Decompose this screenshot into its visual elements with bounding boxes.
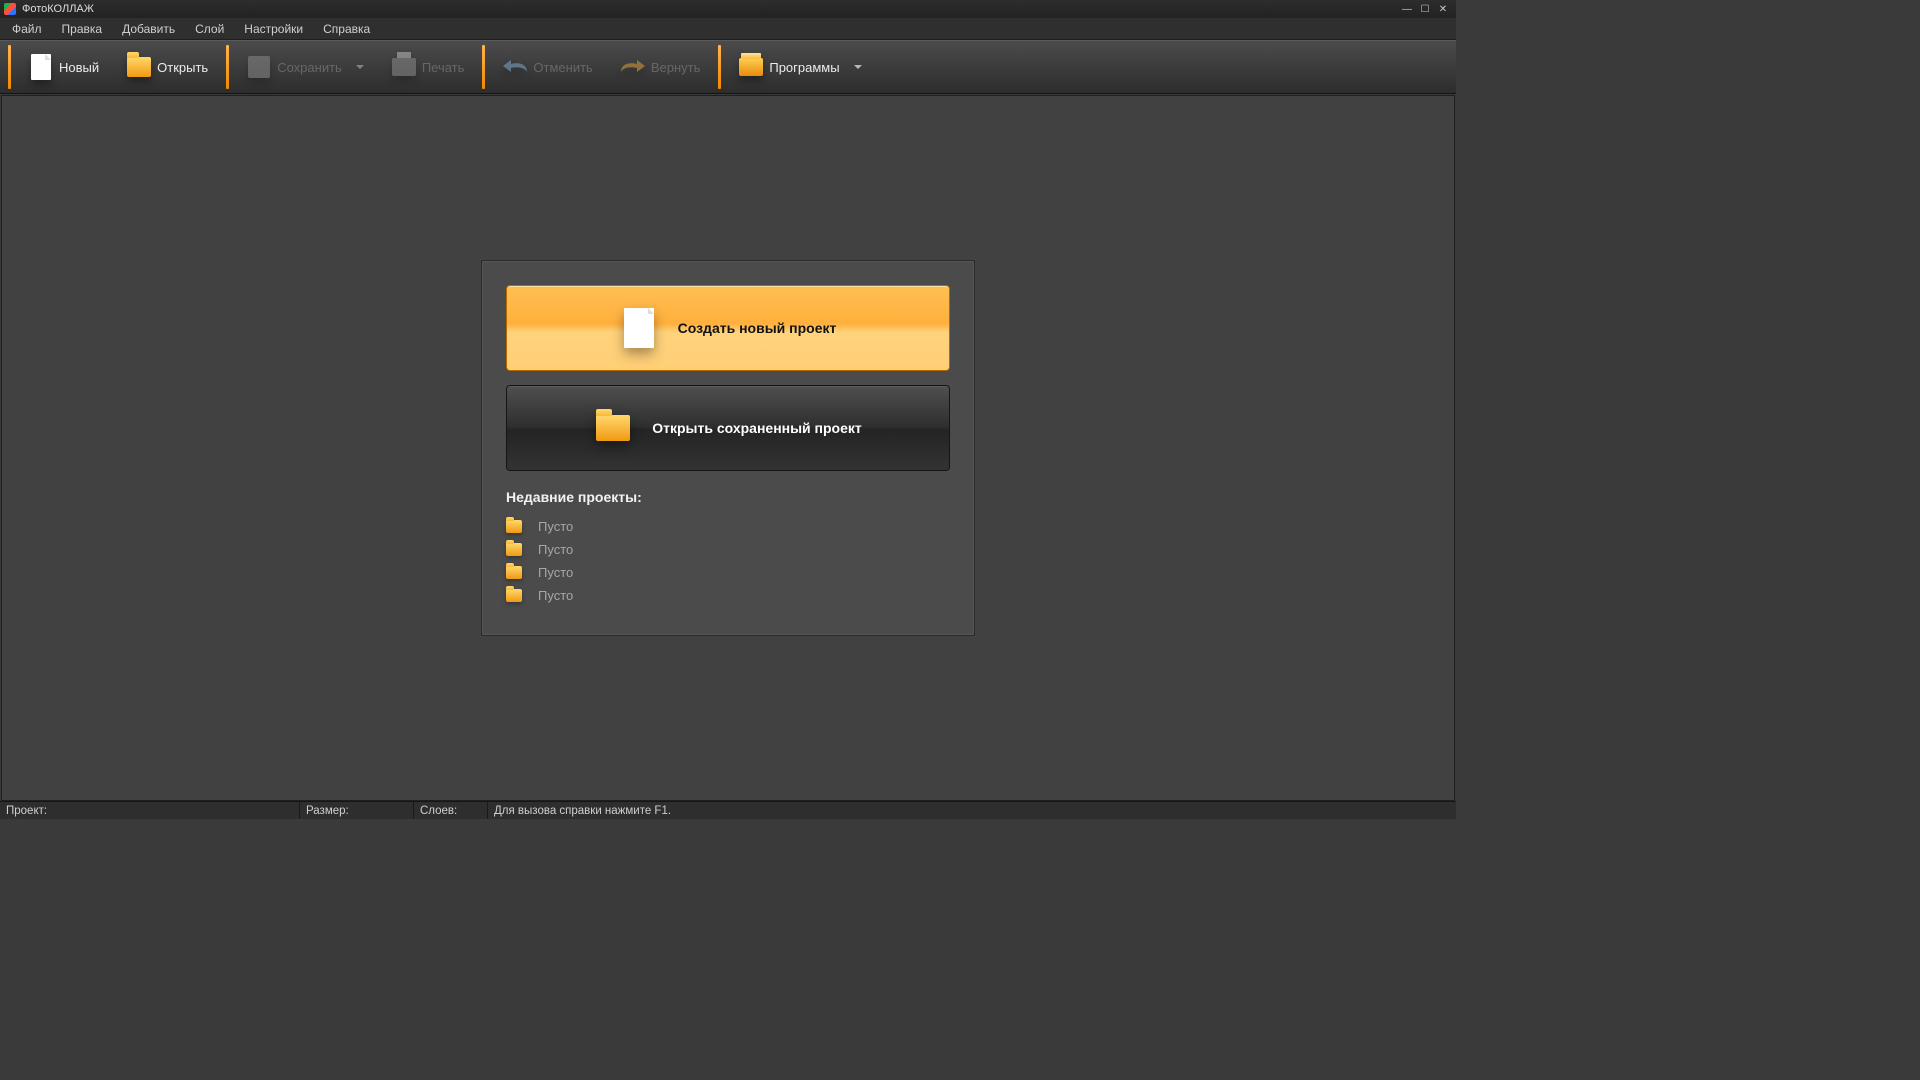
menu-file[interactable]: Файл <box>2 20 52 38</box>
menu-layer[interactable]: Слой <box>185 20 234 38</box>
toolbar: Новый Открыть Сохранить Печать Отменить … <box>0 40 1456 94</box>
folder-icon <box>506 566 522 579</box>
minimize-button[interactable]: — <box>1398 2 1416 16</box>
save-button: Сохранить <box>233 41 378 93</box>
folder-icon <box>506 520 522 533</box>
workspace: Создать новый проект Открыть сохраненный… <box>1 95 1455 801</box>
open-saved-project-button[interactable]: Открыть сохраненный проект <box>506 385 950 471</box>
redo-icon <box>621 55 645 79</box>
welcome-panel: Создать новый проект Открыть сохраненный… <box>481 260 975 636</box>
dropdown-caret-icon <box>356 65 364 69</box>
folder-open-icon <box>127 55 151 79</box>
close-button[interactable]: ✕ <box>1434 2 1452 16</box>
recent-projects-heading: Недавние проекты: <box>506 489 950 505</box>
recent-project-item[interactable]: Пусто <box>506 584 950 607</box>
recent-project-label: Пусто <box>538 588 573 603</box>
new-file-icon <box>620 306 658 350</box>
print-button: Печать <box>378 41 479 93</box>
status-size: Размер: <box>300 802 414 819</box>
save-icon <box>247 55 271 79</box>
create-new-project-label: Создать новый проект <box>678 320 837 336</box>
toolbar-separator <box>718 45 721 89</box>
menu-edit[interactable]: Правка <box>52 20 113 38</box>
undo-button-label: Отменить <box>533 60 592 75</box>
open-button[interactable]: Открыть <box>113 41 222 93</box>
toolbar-separator <box>8 45 11 89</box>
dropdown-caret-icon <box>854 65 862 69</box>
recent-project-label: Пусто <box>538 542 573 557</box>
redo-button: Вернуть <box>607 41 715 93</box>
recent-project-item[interactable]: Пусто <box>506 515 950 538</box>
maximize-button[interactable]: ☐ <box>1416 2 1434 16</box>
toolbar-separator <box>482 45 485 89</box>
app-icon <box>4 3 16 15</box>
status-help: Для вызова справки нажмите F1. <box>488 802 1456 819</box>
print-button-label: Печать <box>422 60 465 75</box>
toolbar-separator <box>226 45 229 89</box>
recent-project-item[interactable]: Пусто <box>506 538 950 561</box>
recent-project-item[interactable]: Пусто <box>506 561 950 584</box>
programs-button-label: Программы <box>769 60 839 75</box>
app-title: ФотоКОЛЛАЖ <box>22 3 94 15</box>
redo-button-label: Вернуть <box>651 60 701 75</box>
new-button[interactable]: Новый <box>15 41 113 93</box>
print-icon <box>392 55 416 79</box>
new-button-label: Новый <box>59 60 99 75</box>
open-button-label: Открыть <box>157 60 208 75</box>
folder-open-icon <box>594 406 632 450</box>
create-new-project-button[interactable]: Создать новый проект <box>506 285 950 371</box>
save-button-label: Сохранить <box>277 60 342 75</box>
folder-icon <box>506 589 522 602</box>
programs-button[interactable]: Программы <box>725 41 875 93</box>
status-layers: Слоев: <box>414 802 488 819</box>
undo-button: Отменить <box>489 41 606 93</box>
undo-icon <box>503 55 527 79</box>
statusbar: Проект: Размер: Слоев: Для вызова справк… <box>0 801 1456 819</box>
titlebar: ФотоКОЛЛАЖ — ☐ ✕ <box>0 0 1456 18</box>
menubar: Файл Правка Добавить Слой Настройки Спра… <box>0 18 1456 40</box>
folder-icon <box>506 543 522 556</box>
menu-settings[interactable]: Настройки <box>234 20 313 38</box>
open-saved-project-label: Открыть сохраненный проект <box>652 420 862 436</box>
recent-projects-list: Пусто Пусто Пусто Пусто <box>506 515 950 607</box>
recent-project-label: Пусто <box>538 519 573 534</box>
new-file-icon <box>29 55 53 79</box>
menu-help[interactable]: Справка <box>313 20 380 38</box>
box-icon <box>739 55 763 79</box>
recent-project-label: Пусто <box>538 565 573 580</box>
menu-add[interactable]: Добавить <box>112 20 185 38</box>
status-project: Проект: <box>0 802 300 819</box>
